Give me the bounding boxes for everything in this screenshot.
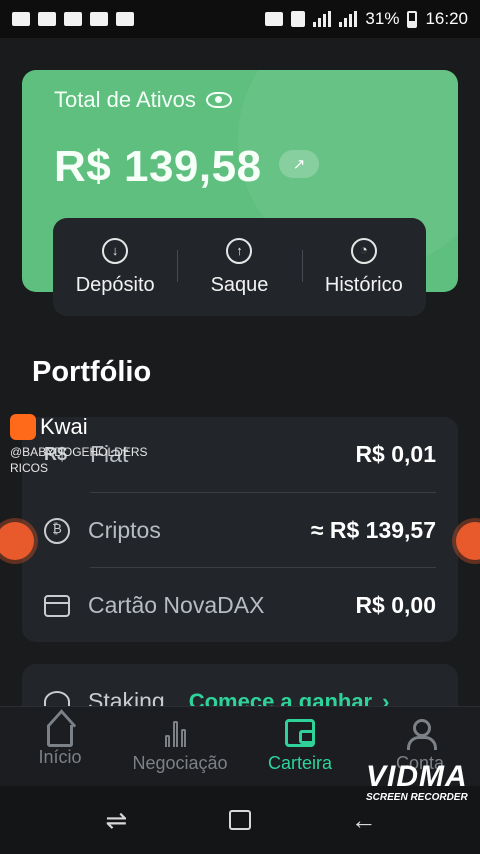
video-icon [116, 12, 134, 26]
battery-icon [407, 10, 418, 28]
deposit-button[interactable]: ↓ Depósito [53, 218, 177, 316]
total-assets-header: Total de Ativos [54, 87, 232, 113]
total-assets-value: R$ 139,58 [54, 142, 262, 191]
clock: 16:20 [425, 9, 468, 28]
portfolio-row-label: Criptos [88, 517, 161, 543]
vidma-logo: VIDMA [366, 760, 468, 793]
portfolio-row-crypto[interactable]: Criptos ≈ R$ 139,57 [22, 493, 458, 568]
upload-icon: ↑ [226, 237, 253, 264]
status-bar: 31% 16:20 [0, 0, 480, 38]
portfolio-row-value: R$ 0,01 [355, 441, 436, 467]
nav-label: Negociação [132, 753, 228, 773]
system-indicators: 31% 16:20 [265, 9, 468, 29]
kwai-logo-icon [10, 414, 36, 440]
portfolio-row-value: ≈ R$ 139,57 [310, 517, 436, 543]
voicemail-icon [90, 12, 108, 26]
portfolio-row-card[interactable]: Cartão NovaDAX R$ 0,00 [22, 568, 458, 643]
vidma-subtitle: SCREEN RECORDER [366, 792, 468, 803]
home-button-icon[interactable] [228, 810, 251, 830]
signal-icon [313, 11, 332, 27]
recent-apps-icon[interactable]: ⇌ [96, 805, 136, 836]
deposit-label: Depósito [75, 273, 155, 296]
quick-actions-bar: ↓ Depósito ↑ Saque ◔ Histórico [53, 218, 426, 316]
battery-percent: 31% [365, 9, 400, 28]
trend-up-icon[interactable]: ↗ [279, 150, 319, 178]
message-icon [12, 12, 30, 26]
wifi-icon [291, 11, 306, 27]
signal-icon [339, 11, 358, 27]
eye-icon[interactable] [205, 92, 232, 108]
history-button[interactable]: ◔ Histórico [301, 218, 426, 316]
nav-item-inicio[interactable]: Início [0, 707, 120, 786]
crypto-coin-icon [44, 517, 70, 544]
portfolio-title: Portfólio [32, 356, 152, 388]
chart-bars-icon [165, 719, 195, 747]
voicemail-icon [64, 12, 82, 26]
portfolio-row-label: Cartão NovaDAX [88, 592, 265, 618]
notification-icons [12, 12, 134, 26]
wallet-icon [285, 719, 315, 747]
nav-item-negociacao[interactable]: Negociação [120, 707, 240, 786]
home-icon [47, 725, 73, 747]
nav-label: Carteira [267, 753, 333, 773]
kwai-name: Kwai [40, 414, 88, 439]
kwai-username: @BABYDOGEHOLDERS RICOS [10, 445, 148, 475]
back-icon[interactable]: ← [344, 805, 384, 836]
cast-icon [265, 12, 284, 26]
kwai-watermark: Kwai [10, 414, 88, 440]
download-icon: ↓ [102, 237, 129, 264]
history-icon: ◔ [350, 237, 377, 264]
nav-label: Início [38, 747, 82, 767]
nav-item-carteira[interactable]: Carteira [240, 707, 360, 786]
vidma-watermark: VIDMA SCREEN RECORDER [366, 760, 468, 803]
total-assets-title: Total de Ativos [54, 87, 196, 112]
portfolio-row-value: R$ 0,00 [355, 592, 436, 618]
record-float-icon[interactable] [456, 522, 480, 560]
withdraw-button[interactable]: ↑ Saque [177, 218, 301, 316]
history-label: Histórico [324, 273, 403, 296]
chat-icon [38, 12, 56, 26]
card-icon [44, 594, 70, 617]
withdraw-label: Saque [210, 273, 269, 296]
user-icon [405, 719, 437, 750]
